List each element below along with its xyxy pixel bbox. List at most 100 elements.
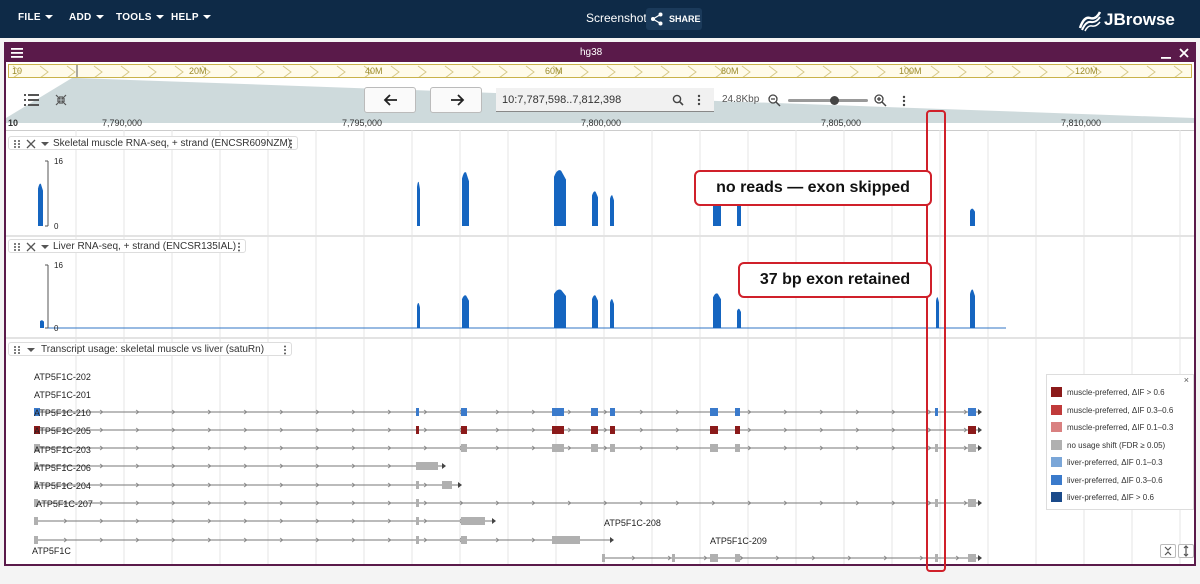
transcript-label[interactable]: ATP5F1C-206: [34, 463, 91, 473]
minimize-icon[interactable]: [1160, 48, 1172, 60]
track-name-muscle: Skeletal muscle RNA-seq, + strand (ENCSR…: [53, 138, 292, 149]
legend-label: liver-preferred, ΔIF 0.3–0.6: [1067, 475, 1163, 485]
legend-label: muscle-preferred, ΔIF 0.1–0.3: [1067, 423, 1174, 432]
more-vert-icon[interactable]: [696, 94, 702, 106]
transcript-label[interactable]: ATP5F1C-202: [34, 372, 91, 382]
track-menu-icon[interactable]: [237, 242, 241, 252]
pan-right-button[interactable]: [430, 87, 482, 113]
view-menu-icon[interactable]: [901, 95, 907, 107]
close-track-icon[interactable]: [26, 139, 36, 149]
view-name[interactable]: hg38: [580, 47, 602, 58]
zoom-slider[interactable]: [788, 96, 868, 105]
exon: [416, 462, 438, 470]
menu-file[interactable]: FILE: [18, 12, 53, 23]
transcript-label[interactable]: ATP5F1C-207: [36, 499, 93, 509]
transcript-label[interactable]: ATP5F1C-209: [710, 536, 767, 546]
drag-handle-icon[interactable]: [13, 345, 21, 355]
exon: [34, 517, 38, 525]
exon: [416, 499, 419, 507]
chevron-down-icon[interactable]: [27, 346, 35, 354]
chevron-down-icon[interactable]: [41, 140, 49, 148]
transcript-label[interactable]: ATP5F1C-210: [34, 408, 91, 418]
overview-tick: 60M: [545, 66, 563, 76]
track-menu-icon[interactable]: [289, 139, 293, 149]
exon: [968, 554, 976, 562]
exon: [710, 408, 718, 416]
exon: [602, 554, 605, 562]
exon: [610, 444, 615, 452]
transcript-label[interactable]: ATP5F1C-208: [604, 518, 661, 528]
exon: [710, 426, 718, 434]
strand-end-arrow: [610, 537, 614, 543]
track-menu-icon[interactable]: [283, 345, 287, 355]
menu-tools-label: TOOLS: [116, 12, 152, 23]
share-button[interactable]: SHARE: [646, 8, 702, 30]
menu-add[interactable]: ADD: [69, 12, 104, 23]
transcript-label[interactable]: ATP5F1C-201: [34, 390, 91, 400]
overview-tick: 100M: [899, 66, 922, 76]
collapse-rows-button[interactable]: [1160, 544, 1176, 558]
navigation-bar: 10:7,787,598..7,812,398 24.8Kbp: [6, 84, 1194, 118]
search-icon[interactable]: [672, 94, 684, 106]
expand-rows-button[interactable]: [1178, 544, 1194, 558]
legend-label: no usage shift (FDR ≥ 0.05): [1067, 440, 1166, 450]
menu-file-label: FILE: [18, 12, 41, 23]
legend-swatch: [1051, 404, 1062, 415]
close-track-icon[interactable]: [26, 242, 36, 252]
muscle-ymin: 0: [54, 222, 59, 231]
drag-handle-icon[interactable]: [13, 242, 21, 252]
exon: [552, 408, 564, 416]
close-icon[interactable]: [1178, 47, 1190, 59]
strand-end-arrow: [978, 500, 982, 506]
share-icon: [651, 12, 663, 26]
track-selector-icon[interactable]: [24, 93, 40, 107]
scale-tick: 7,810,000: [1061, 118, 1102, 128]
strand-end-arrow: [442, 463, 446, 469]
exon: [968, 444, 976, 452]
usage-legend: × muscle-preferred, ΔIF > 0.6 muscle-pref…: [1046, 374, 1194, 510]
share-label: SHARE: [669, 14, 701, 24]
transcript-label[interactable]: ATP5F1C-205: [34, 426, 91, 436]
chevron-down-icon[interactable]: [41, 243, 49, 251]
track-label-usage: Transcript usage: skeletal muscle vs liv…: [8, 342, 292, 356]
collapse-icon[interactable]: [54, 93, 68, 107]
legend-close-icon[interactable]: ×: [1184, 375, 1189, 385]
scale-chr-label: 10: [8, 118, 19, 128]
overview-tick: 120M: [1075, 66, 1098, 76]
exon: [591, 426, 598, 434]
transcript-label[interactable]: ATP5F1C-204: [34, 481, 91, 491]
pan-left-button[interactable]: [364, 87, 416, 113]
exon: [968, 426, 976, 434]
menu-help-label: HELP: [171, 12, 199, 23]
view-header: hg38: [6, 44, 1194, 62]
hamburger-menu-icon[interactable]: [11, 47, 25, 59]
strand-end-arrow: [978, 409, 982, 415]
exon: [34, 536, 38, 544]
legend-swatch: [1051, 492, 1062, 502]
location-value: 10:7,787,598..7,812,398: [502, 94, 622, 106]
menu-add-label: ADD: [69, 12, 92, 23]
liver-ymax: 16: [54, 261, 63, 270]
transcript-label[interactable]: ATP5F1C-203: [34, 445, 91, 455]
menu-tools[interactable]: TOOLS: [116, 12, 164, 23]
session-title[interactable]: Screenshot: [586, 11, 647, 25]
exon: [461, 426, 467, 434]
chevron-down-icon: [202, 15, 211, 20]
location-search-input[interactable]: 10:7,787,598..7,812,398: [496, 88, 714, 112]
legend-swatch: [1051, 439, 1062, 450]
menu-help[interactable]: HELP: [171, 12, 211, 23]
legend-label: liver-preferred, ΔIF 0.1–0.3: [1067, 458, 1163, 467]
exon: [461, 517, 485, 525]
exon: [710, 444, 718, 452]
zoom-slider-thumb[interactable]: [830, 96, 839, 105]
exon: [968, 408, 976, 416]
drag-handle-icon[interactable]: [13, 139, 21, 149]
zoom-out-icon[interactable]: [768, 94, 781, 107]
transcript-model: [34, 481, 462, 489]
coverage-peak: [462, 295, 469, 328]
zoom-in-icon[interactable]: [874, 94, 887, 107]
overview-ruler[interactable]: 10 20M 40M 60M 80M 100M 120M: [8, 64, 1192, 78]
scale-tick: 7,805,000: [821, 118, 862, 128]
chevron-down-icon: [95, 15, 104, 20]
gene-label: ATP5F1C: [32, 546, 71, 556]
